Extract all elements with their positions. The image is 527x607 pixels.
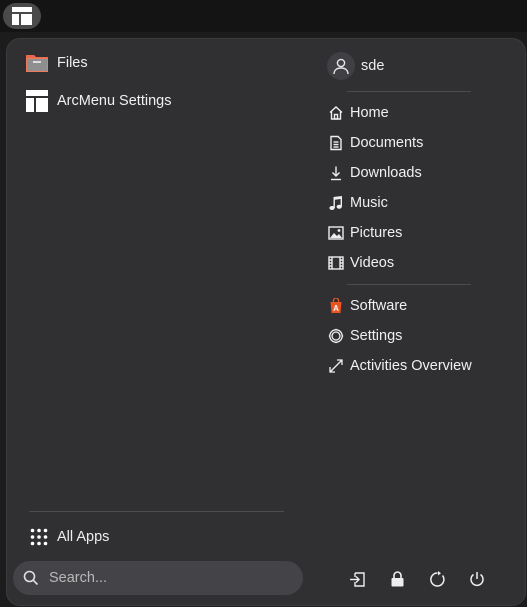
user-name: sde [361, 58, 385, 74]
place-label: Music [350, 195, 388, 211]
place-pictures[interactable]: Pictures [327, 221, 402, 245]
picture-icon [327, 224, 345, 242]
place-label: Videos [350, 255, 395, 271]
place-label: Pictures [350, 225, 403, 241]
separator [347, 284, 471, 285]
logout-icon [349, 571, 365, 587]
software-icon: A [327, 297, 345, 315]
separator [29, 511, 284, 512]
arcmenu-popup: Files ArcMenu Settings All Apps Search..… [6, 38, 526, 606]
app-item-files[interactable]: Files [25, 48, 88, 78]
app-label: Files [57, 55, 88, 71]
separator [347, 91, 471, 92]
search-input[interactable] [47, 569, 281, 587]
place-music[interactable]: Music [327, 191, 388, 215]
place-videos[interactable]: Videos [327, 251, 394, 275]
all-apps-button[interactable]: All Apps [27, 523, 109, 551]
system-settings[interactable]: Settings [327, 324, 402, 348]
search-icon [23, 570, 39, 586]
expand-arrows-icon [327, 357, 345, 375]
settings-gear-icon [327, 327, 345, 345]
place-home[interactable]: Home [327, 101, 389, 125]
place-label: Downloads [350, 165, 422, 181]
system-software[interactable]: A Software [327, 294, 407, 318]
restart-icon [429, 570, 445, 587]
user-item[interactable]: sde [327, 51, 384, 81]
lock-button[interactable] [383, 565, 411, 593]
search-box[interactable] [13, 561, 303, 595]
music-icon [327, 194, 345, 212]
system-activities-overview[interactable]: Activities Overview [327, 354, 472, 378]
arcmenu-layout-icon [25, 89, 49, 113]
power-icon [470, 572, 484, 587]
restart-button[interactable] [423, 565, 451, 593]
power-off-button[interactable] [463, 565, 491, 593]
arcmenu-layout-icon [12, 7, 32, 25]
app-label: ArcMenu Settings [57, 93, 172, 109]
place-documents[interactable]: Documents [327, 131, 423, 155]
system-label: Settings [350, 328, 403, 344]
document-icon [327, 134, 345, 152]
video-icon [327, 254, 345, 272]
lock-icon [391, 571, 403, 587]
all-apps-label: All Apps [57, 529, 110, 545]
svg-text:A: A [333, 304, 339, 313]
system-label: Activities Overview [350, 358, 472, 374]
arcmenu-button[interactable] [3, 3, 41, 29]
folder-icon [25, 51, 49, 75]
logout-button[interactable] [343, 565, 371, 593]
place-label: Home [350, 105, 389, 121]
place-downloads[interactable]: Downloads [327, 161, 422, 185]
user-icon [333, 58, 349, 75]
top-panel [0, 0, 527, 32]
place-label: Documents [350, 135, 424, 151]
home-icon [327, 104, 345, 122]
app-item-arcmenu-settings[interactable]: ArcMenu Settings [25, 86, 171, 116]
avatar [327, 52, 355, 80]
grid-icon [27, 525, 51, 549]
system-label: Software [350, 298, 408, 314]
download-icon [327, 164, 345, 182]
